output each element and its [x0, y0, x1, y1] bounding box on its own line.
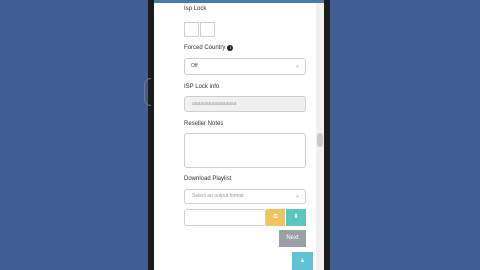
- playlist-format-placeholder: Select an output format: [192, 193, 244, 199]
- isp-lock-label: Isp Lock: [184, 6, 207, 12]
- isp-lock-info-placeholder: aaaaaaaaaaaaaaaa: [192, 101, 237, 107]
- scrollbar-thumb[interactable]: [317, 133, 323, 147]
- isp-lock-info-label: ISP Lock info: [184, 84, 220, 90]
- download-icon: ⬇: [293, 214, 299, 220]
- download-button[interactable]: ⬇: [286, 209, 306, 226]
- top-bar: [154, 0, 324, 3]
- phone-frame: Isp Lock Forced Country i Off ⌄ ISP Lock …: [144, 0, 330, 270]
- playlist-format-select[interactable]: Select an output format ⌄: [184, 189, 306, 204]
- form-screen: Isp Lock Forced Country i Off ⌄ ISP Lock …: [154, 0, 324, 270]
- chevron-down-icon: ⌄: [294, 193, 300, 199]
- forced-country-label: Forced Country: [184, 45, 226, 51]
- forced-country-label-row: Forced Country i: [184, 45, 234, 51]
- scroll-top-button[interactable]: ▲: [292, 252, 313, 270]
- phone-edge: [144, 78, 151, 106]
- download-playlist-label: Download Playlist: [184, 176, 232, 182]
- reseller-notes-label: Reseller Notes: [184, 121, 224, 127]
- isp-lock-toggle-off[interactable]: [184, 22, 199, 37]
- arrow-up-icon: ▲: [299, 258, 306, 264]
- playlist-url-input[interactable]: [184, 209, 266, 226]
- forced-country-value: Off: [191, 63, 198, 69]
- next-button[interactable]: Next: [279, 230, 306, 247]
- chevron-down-icon: ⌄: [294, 63, 300, 69]
- reseller-notes-textarea[interactable]: [184, 133, 306, 168]
- copy-button[interactable]: ⧉: [266, 209, 285, 226]
- info-icon[interactable]: i: [227, 45, 234, 51]
- isp-lock-toggle-on[interactable]: [200, 22, 215, 37]
- copy-icon: ⧉: [273, 214, 278, 220]
- isp-lock-info-field: aaaaaaaaaaaaaaaa: [184, 96, 306, 112]
- scrollbar[interactable]: [316, 3, 324, 270]
- forced-country-select[interactable]: Off ⌄: [184, 58, 306, 75]
